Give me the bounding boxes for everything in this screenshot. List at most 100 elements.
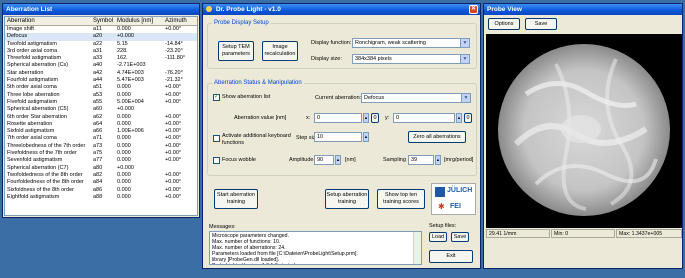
cell-modulus: 5.15 (117, 40, 128, 47)
x-spinner[interactable]: ▲ (363, 113, 369, 123)
setup-training-button[interactable]: Setup aberration training (325, 189, 369, 209)
sampling-input[interactable]: 39 (408, 155, 434, 165)
zero-all-aberrations-button[interactable]: Zero all aberrations (408, 131, 466, 143)
save-image-button[interactable]: Save (525, 18, 557, 30)
cell-name: Fourfold astigmatism (7, 77, 59, 84)
cell-azimuth: +0.00° (165, 84, 182, 91)
table-row[interactable]: Sevenfold astigmatism a77 0.000 +0.00° (5, 157, 197, 164)
cell-name: Spherical aberration (Cs) (7, 62, 69, 69)
cell-azimuth: -21.32° (165, 77, 183, 84)
main-window: Dr. Probe Light - v1.0 ✕ Probe Display S… (202, 3, 481, 269)
status-max: Max: 1.3437e+005 (616, 229, 682, 238)
table-row[interactable]: Rosette aberration a64 0.000 +0.00° (5, 121, 197, 128)
show-aberration-list-checkbox[interactable]: ✓ (213, 94, 220, 101)
fei-logo-icon: ✱ (438, 202, 445, 211)
table-row[interactable]: 5th order axial coma a51 0.000 +0.00° (5, 84, 197, 91)
image-recalculation-button[interactable]: Image recalculation (262, 41, 298, 61)
sampling-spinner[interactable]: ▲ (435, 155, 441, 165)
column-header-symbol[interactable]: Symbol (91, 17, 115, 26)
chevron-down-icon[interactable]: ▼ (460, 55, 469, 63)
amplitude-input[interactable]: 90 (314, 155, 334, 165)
table-row[interactable]: 3rd order axial coma a31 228. -23.20° (5, 48, 197, 55)
message-line: ProbeLight - Version: 1.0.1.0 started. (212, 263, 419, 264)
y-zero-button[interactable]: 0 (464, 113, 472, 123)
cell-modulus: 0.000 (117, 179, 131, 186)
messages-box[interactable]: Microscope parameters changed. Max. numbe… (209, 231, 422, 265)
table-row[interactable]: Eightfold astigmatism a88 0.000 +0.00° (5, 194, 197, 201)
show-top-ten-button[interactable]: Show top ten training scores (377, 189, 425, 209)
aberration-list-titlebar[interactable]: Aberration List (3, 4, 199, 15)
step-size-spinner[interactable]: ▲ (363, 132, 369, 142)
cell-symbol: a31 (93, 47, 103, 54)
table-row[interactable]: Fivefoldness of the 7th order a75 0.000 +0.… (5, 150, 197, 157)
save-setup-button[interactable]: Save (451, 232, 469, 242)
focus-wobble-checkbox[interactable] (213, 157, 220, 164)
app-logo-icon (206, 6, 212, 13)
chevron-down-icon[interactable]: ▼ (460, 39, 469, 47)
activate-keyboard-checkbox[interactable] (213, 135, 220, 142)
close-icon[interactable]: ✕ (469, 5, 478, 14)
messages-scrollbar[interactable] (413, 232, 421, 264)
status-min: Min: 0 (551, 229, 615, 238)
display-size-select[interactable]: 384x384 pixels ▼ (352, 54, 470, 64)
y-value-input[interactable]: 0 (393, 113, 455, 123)
table-row[interactable]: 6th order Star aberration a62 0.000 +0.00° (5, 114, 197, 121)
exit-button[interactable]: Exit (429, 250, 473, 263)
table-row[interactable]: Defocus a20 +0.000 (5, 33, 197, 41)
options-button[interactable]: Options (488, 18, 520, 30)
aberration-status-group: Aberration Status & Manipulation ✓ Show … (207, 80, 477, 176)
current-aberration-select[interactable]: Defocus ▼ (361, 93, 471, 103)
table-row[interactable]: Spherical aberration (Cs) a40 -2.71E+003 (5, 62, 197, 69)
cell-name: Sevenfold astigmatism (7, 157, 63, 164)
probe-display-setup-title: Probe Display Setup (212, 20, 271, 26)
setup-tem-button[interactable]: Setup TEM parameters (218, 41, 254, 61)
table-row[interactable]: Three lobe aberration a53 0.000 +0.00° (5, 92, 197, 99)
column-header-aberration[interactable]: Aberration (5, 17, 91, 26)
load-button[interactable]: Load (429, 232, 447, 242)
probe-view-titlebar[interactable]: Probe View (484, 4, 682, 15)
table-row[interactable]: Twofold astigmatism a22 5.15 -14.84° (5, 41, 197, 48)
table-row[interactable]: Spherical aberration (C7) a80 +0.000 (5, 165, 197, 172)
cell-name: Sixfold astigmatism (7, 128, 55, 135)
cell-name: 6th order Star aberration (7, 113, 67, 120)
table-row[interactable]: Fivefold astigmatism a55 5.00E+004 +0.00° (5, 99, 197, 106)
table-row[interactable]: Fourfold astigmatism a44 5.47E+003 -21.32° (5, 77, 197, 84)
chevron-down-icon[interactable]: ▼ (461, 94, 470, 102)
main-titlebar[interactable]: Dr. Probe Light - v1.0 ✕ (203, 4, 480, 15)
probe-canvas[interactable] (486, 34, 682, 228)
cell-azimuth: -14.84° (165, 40, 183, 47)
table-row[interactable]: 7th order axial coma a71 0.000 +0.00° (5, 135, 197, 142)
table-row[interactable]: Sixfold astigmatism a66 1.00E+006 +0.00° (5, 128, 197, 135)
table-row[interactable]: Image shift a11 0.000 +0.00° (5, 26, 197, 34)
cell-symbol: a77 (93, 157, 103, 164)
cell-symbol: a53 (93, 91, 103, 98)
cell-azimuth: +0.00° (165, 135, 182, 142)
table-row[interactable]: Spherical aberration (C5) a60 +0.000 (5, 106, 197, 113)
start-training-button[interactable]: Start aberration training (214, 189, 258, 209)
cell-modulus: 0.000 (117, 135, 131, 142)
cell-modulus: 162. (117, 55, 128, 62)
table-row[interactable]: Twofoldedness of the 8th order a82 0.000 +0… (5, 172, 197, 179)
table-row[interactable]: Threefold astigmatism a33 162. -111.80° (5, 55, 197, 62)
message-lines: Microscope parameters changed. Max. numbe… (212, 233, 419, 264)
table-row[interactable]: Sixfoldness of the 8th order a86 0.000 +0.0… (5, 187, 197, 194)
x-zero-button[interactable]: 0 (371, 113, 379, 123)
table-row[interactable]: Fourfoldedness of the 8th order a84 0.000 +… (5, 179, 197, 186)
column-header-modulus[interactable]: Modulus [nm] (115, 17, 163, 26)
amplitude-spinner[interactable]: ▲ (335, 155, 341, 165)
x-value-input[interactable]: 0 (314, 113, 362, 123)
partner-logos: JÜLICH ✱ FEI (431, 183, 476, 215)
table-row[interactable]: Star aberration a42 4.74E+003 -76.20° (5, 70, 197, 77)
y-spinner[interactable]: ▲ (456, 113, 462, 123)
step-size-input[interactable]: 10 (314, 132, 362, 142)
cell-symbol: a80 (93, 164, 103, 171)
cell-azimuth (163, 62, 197, 69)
cell-symbol: a60 (93, 106, 103, 113)
cell-modulus: 0.000 (117, 193, 131, 200)
column-header-azimuth[interactable]: Azimuth (163, 17, 197, 26)
cell-azimuth: +0.00° (165, 91, 182, 98)
cell-symbol: a71 (93, 135, 103, 142)
display-function-select[interactable]: Ronchigram, weak scattering ▼ (352, 38, 470, 48)
cell-azimuth: +0.00° (165, 120, 182, 127)
table-row[interactable]: Threelobedness of the 7th order a73 0.000 +… (5, 143, 197, 150)
